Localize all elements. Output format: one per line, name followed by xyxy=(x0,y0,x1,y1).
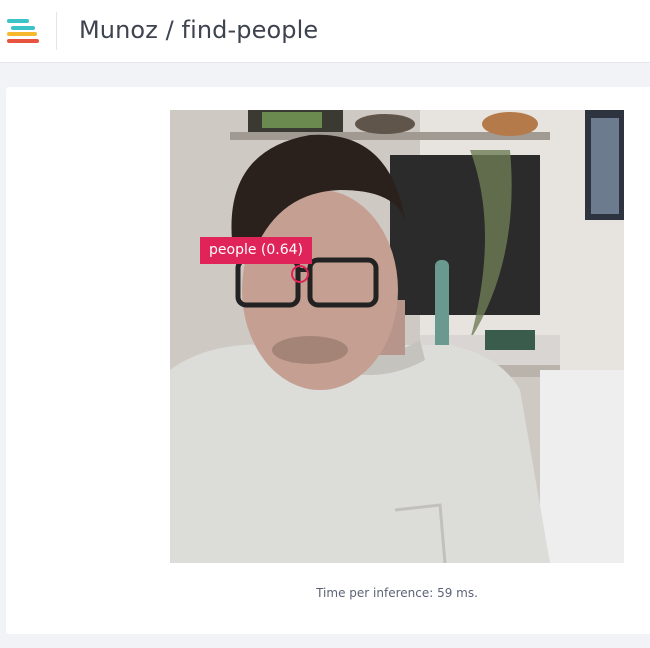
logo-bar-top xyxy=(7,19,29,23)
logo-bar-bottom xyxy=(7,39,39,43)
detection-point-marker xyxy=(291,265,309,283)
webcam-frame-icon xyxy=(170,110,624,563)
logo-bar-second xyxy=(11,26,35,30)
logo-bar-third xyxy=(7,32,37,36)
app-logo-icon[interactable] xyxy=(7,19,41,45)
camera-frame-image xyxy=(170,110,624,563)
top-bar: Munoz / find-people xyxy=(0,0,650,63)
page-title: Munoz / find-people xyxy=(79,16,319,44)
detection-label: people (0.64) xyxy=(200,237,313,264)
header-divider xyxy=(56,12,57,50)
inference-time-text: Time per inference: 59 ms. xyxy=(316,586,478,600)
